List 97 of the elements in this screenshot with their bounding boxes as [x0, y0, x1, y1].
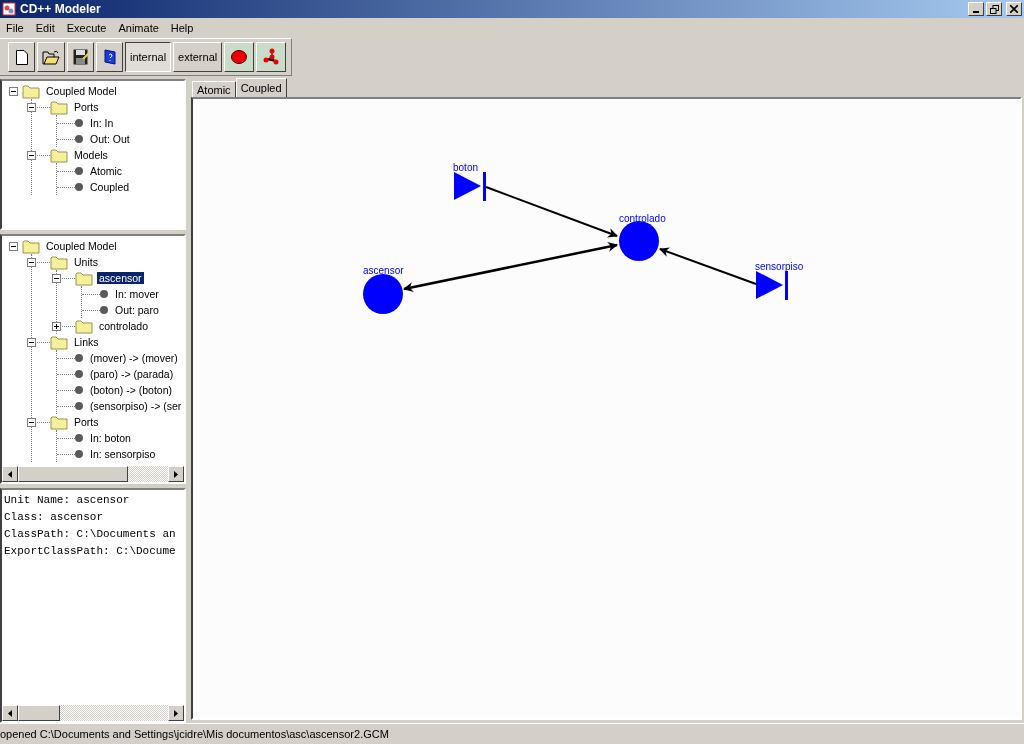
mode-button[interactable]: internal [125, 42, 172, 72]
collapse-toggle[interactable] [9, 241, 18, 251]
tree-item[interactable]: In: In [88, 117, 116, 129]
tree-item[interactable]: Ports [72, 416, 101, 428]
left-arrow-icon [8, 470, 12, 478]
mode-button[interactable]: external [173, 42, 223, 72]
port-node[interactable] [454, 172, 486, 201]
bullet-icon [75, 434, 83, 442]
tree-item[interactable]: ascensor [97, 272, 144, 284]
app-icon [2, 2, 16, 16]
tree-item[interactable]: Coupled Model [44, 85, 119, 97]
info-line: ExportClassPath: C:\Docume [4, 544, 177, 559]
folder-icon [50, 334, 68, 350]
tree-item[interactable]: controlado [97, 320, 151, 332]
bullet-icon [75, 386, 83, 394]
stop-icon [231, 50, 248, 64]
tree-item[interactable]: (sensorpiso) -> (ser [88, 400, 184, 412]
tree-item[interactable]: In: boton [88, 432, 133, 444]
save-button[interactable] [67, 42, 94, 72]
help-button[interactable] [96, 42, 123, 72]
tree-item[interactable]: Out: paro [113, 304, 161, 316]
bullet-icon [75, 354, 83, 362]
open-button[interactable] [37, 42, 65, 72]
stop-button[interactable] [224, 42, 255, 72]
folder-icon [50, 147, 68, 163]
close-icon [1010, 5, 1018, 13]
menu-item[interactable]: File [0, 22, 30, 34]
collapse-toggle[interactable] [27, 337, 36, 347]
graph-button[interactable] [256, 42, 287, 72]
collapse-toggle[interactable] [27, 257, 36, 267]
book-icon [102, 49, 117, 65]
node-label: ascensor [363, 265, 404, 276]
folder-icon [22, 83, 40, 99]
collapse-toggle[interactable] [27, 102, 36, 112]
bullet-icon [75, 119, 83, 127]
collapse-toggle[interactable] [9, 86, 18, 96]
menu-item[interactable]: Edit [29, 22, 61, 34]
tree-item[interactable]: Links [72, 336, 101, 348]
bullet-icon [100, 306, 108, 314]
restore-button[interactable] [986, 2, 1002, 16]
tab[interactable]: Atomic [192, 81, 236, 97]
folder-icon [22, 238, 40, 254]
folder-icon [50, 254, 68, 270]
expand-toggle[interactable] [52, 321, 61, 331]
left-arrow-icon [8, 709, 12, 717]
restore-icon [989, 4, 999, 14]
minimize-button[interactable] [968, 2, 984, 16]
right-arrow-icon [174, 709, 178, 717]
horizontal-scrollbar[interactable] [2, 705, 184, 721]
bullet-icon [75, 450, 83, 458]
folder-icon [42, 49, 60, 65]
folder-icon [50, 414, 68, 430]
tree-item[interactable]: (boton) -> (boton) [88, 384, 174, 396]
bullet-icon [75, 167, 83, 175]
node-label: boton [453, 162, 479, 173]
graph-icon [262, 48, 281, 66]
bullet-icon [75, 183, 83, 191]
right-arrow-icon [174, 470, 178, 478]
collapse-toggle[interactable] [27, 150, 36, 160]
tree-item[interactable]: Ports [72, 101, 101, 113]
new-button[interactable] [8, 42, 35, 72]
tree-item[interactable]: Units [72, 256, 100, 268]
collapse-toggle[interactable] [27, 417, 36, 427]
folder-icon [75, 270, 93, 286]
node-label: controlado [619, 213, 666, 224]
info-line: Class: ascensor [4, 510, 105, 525]
info-line: ClassPath: C:\Documents an [4, 527, 177, 542]
horizontal-scrollbar[interactable] [2, 466, 184, 482]
tree-item[interactable]: Coupled Model [44, 240, 119, 252]
tree-item[interactable]: In: mover [113, 288, 161, 300]
document-icon [15, 49, 28, 65]
tree-item[interactable]: In: sensorpiso [88, 448, 158, 460]
window-title: CD++ Modeler [20, 2, 101, 16]
close-button[interactable] [1006, 2, 1022, 16]
port-node[interactable] [756, 271, 788, 300]
tree-item[interactable]: (mover) -> (mover) [88, 352, 180, 364]
menu-item[interactable]: Help [164, 22, 200, 34]
tree-item[interactable]: (paro) -> (parada) [88, 368, 176, 380]
tree-item[interactable]: Coupled [88, 181, 132, 193]
model-node[interactable] [619, 221, 659, 261]
bullet-icon [75, 370, 83, 378]
folder-icon [50, 99, 68, 115]
node-label: sensorpiso [755, 261, 804, 272]
model-node[interactable] [363, 274, 403, 314]
status-bar: opened C:\Documents and Settings\jcidre\Mis documentos\asc\ascensor2.GCM [0, 723, 1024, 744]
tab[interactable]: Coupled [235, 78, 287, 97]
collapse-toggle[interactable] [52, 273, 61, 283]
info-line: Unit Name: ascensor [4, 493, 131, 508]
tree-item[interactable]: Atomic [88, 165, 125, 177]
bullet-icon [75, 135, 83, 143]
bullet-icon [75, 402, 83, 410]
folder-icon [75, 318, 93, 334]
tree-item[interactable]: Models [72, 149, 110, 161]
menu-item[interactable]: Animate [112, 22, 165, 34]
tree-item[interactable]: Out: Out [88, 133, 132, 145]
menu-item[interactable]: Execute [60, 22, 113, 34]
bullet-icon [100, 290, 108, 298]
